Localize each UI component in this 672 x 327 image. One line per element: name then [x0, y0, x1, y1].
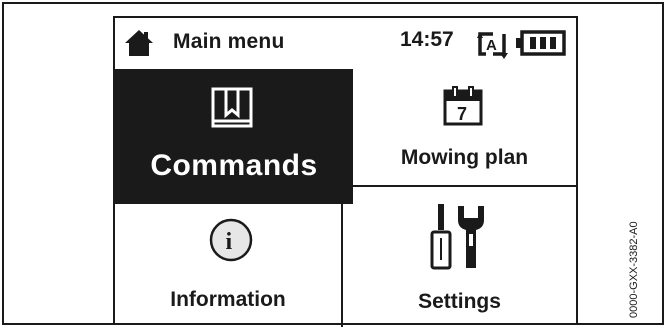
commands-label: Commands	[150, 149, 318, 182]
calendar-number: 7	[457, 104, 467, 124]
device-screen: Main menu 14:57 A Commands 7 Mowing plan…	[113, 16, 578, 327]
clock-time: 14:57	[400, 28, 454, 51]
info-letter: i	[226, 229, 233, 255]
mowing-plan-label: Mowing plan	[400, 146, 529, 169]
status-bar: Main menu 14:57 A	[115, 18, 576, 69]
tools-icon	[430, 204, 484, 270]
auto-mode-letter: A	[486, 37, 497, 54]
battery-full-icon	[516, 30, 566, 56]
information-tile[interactable]: i Information	[115, 204, 343, 327]
settings-label: Settings	[418, 290, 501, 313]
book-bookmark-icon	[211, 87, 253, 128]
settings-tile[interactable]: Settings	[343, 187, 576, 327]
home-icon[interactable]	[124, 29, 154, 57]
mowing-plan-tile[interactable]: 7 Mowing plan	[353, 69, 576, 187]
commands-tile[interactable]: Commands	[115, 69, 353, 204]
information-label: Information	[170, 288, 286, 311]
page-title: Main menu	[173, 30, 285, 53]
figure-code: 0000-GXX-3382-A0	[628, 221, 640, 318]
info-icon: i	[209, 218, 253, 262]
auto-mode-icon: A	[477, 32, 508, 59]
calendar-icon: 7	[443, 86, 483, 126]
